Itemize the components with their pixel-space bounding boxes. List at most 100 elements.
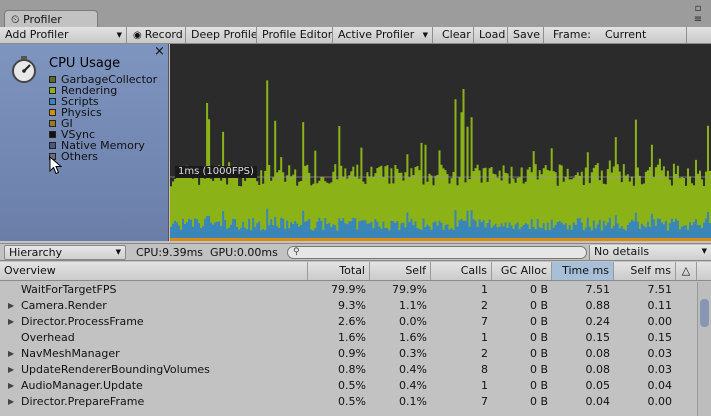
timing-readout: CPU:9.39ms GPU:0.00ms	[136, 245, 278, 261]
table-row[interactable]: ▶ Director.ProcessFrame 2.6% 0.0% 7 0 B 0.24 0.…	[0, 314, 697, 330]
cpu-usage-graph-plot	[170, 80, 711, 241]
table-row[interactable]: ▶ UpdateRendererBoundingVolumes 0.8% 0.4% 8 0…	[0, 362, 697, 378]
expand-arrow-icon[interactable]: ▶	[8, 362, 14, 378]
dropdown-arrow-icon: ▼	[116, 31, 122, 39]
load-label: Load	[479, 28, 506, 41]
cell-calls: 2	[481, 347, 488, 360]
row-name: Overhead	[21, 331, 75, 344]
column-self[interactable]: Self	[370, 262, 431, 280]
table-row[interactable]: WaitForTargetFPS 79.9% 79.9% 1 0 B 7.51 7.51	[0, 282, 697, 298]
cell-calls: 7	[481, 315, 488, 328]
cell-selfms: 0.00	[647, 315, 673, 328]
cell-selfms: 0.03	[647, 347, 673, 360]
cell-selfms: 0.11	[647, 299, 673, 312]
prev-frame-button[interactable]	[663, 27, 687, 43]
cell-calls: 1	[481, 283, 488, 296]
record-toggle[interactable]: ◉ Record	[128, 27, 186, 43]
cell-selfms: 0.03	[647, 363, 673, 376]
profiler-icon: ⏲	[11, 13, 20, 26]
details-dropdown[interactable]: No details ▼	[589, 245, 711, 260]
cell-self: 0.4%	[399, 363, 427, 376]
cell-gc: 0 B	[529, 283, 548, 296]
cell-selfms: 0.00	[647, 395, 673, 408]
clear-button[interactable]: Clear	[437, 27, 474, 43]
profiler-toolbar: Add Profiler ▼ ◉ Record Deep Profile Profi…	[0, 27, 711, 44]
add-profiler-dropdown[interactable]: Add Profiler ▼	[0, 27, 127, 43]
vertical-scrollbar[interactable]	[697, 282, 711, 416]
cell-time: 7.51	[585, 283, 611, 296]
maximize-icon[interactable]: ▫	[688, 3, 708, 14]
expand-arrow-icon[interactable]: ▶	[8, 346, 14, 362]
next-frame-button[interactable]	[687, 27, 711, 43]
cell-time: 0.24	[585, 315, 611, 328]
cell-time: 0.88	[585, 299, 611, 312]
expand-arrow-icon[interactable]: ▶	[8, 298, 14, 314]
column-gc-alloc[interactable]: GC Alloc	[492, 262, 552, 280]
row-name: Camera.Render	[21, 299, 107, 312]
close-icon[interactable]: ×	[154, 44, 165, 59]
expand-arrow-icon[interactable]: ▶	[8, 314, 14, 330]
table-row[interactable]: ▶ NavMeshManager 0.9% 0.3% 2 0 B 0.08 0.03	[0, 346, 697, 362]
load-button[interactable]: Load	[474, 27, 508, 43]
cell-total: 0.9%	[338, 347, 366, 360]
legend-item[interactable]: Physics	[49, 107, 102, 118]
column-calls[interactable]: Calls	[431, 262, 492, 280]
cell-total: 0.8%	[338, 363, 366, 376]
rendering-series	[170, 80, 711, 239]
save-label: Save	[513, 28, 541, 41]
cell-total: 0.5%	[338, 395, 366, 408]
add-profiler-label: Add Profiler	[5, 28, 69, 41]
table-row[interactable]: Overhead 1.6% 1.6% 1 0 B 0.15 0.15	[0, 330, 697, 346]
deep-profile-toggle[interactable]: Deep Profile	[186, 27, 257, 43]
cell-time: 0.15	[585, 331, 611, 344]
fps-threshold-label: 1ms (1000FPS)	[175, 166, 257, 178]
hierarchy-label: Hierarchy	[9, 246, 63, 259]
table-row[interactable]: ▶ Camera.Render 9.3% 1.1% 2 0 B 0.88 0.11	[0, 298, 697, 314]
expand-arrow-icon[interactable]: ▶	[8, 378, 14, 394]
dropdown-arrow-icon: ▼	[422, 31, 428, 39]
table-row[interactable]: ▶ AudioManager.Update 0.5% 0.4% 1 0 B 0.05 0.04	[0, 378, 697, 394]
expand-arrow-icon[interactable]: ▶	[8, 394, 14, 410]
cell-total: 0.5%	[338, 379, 366, 392]
column-warnings[interactable]: △	[676, 262, 697, 280]
active-profiler-label: Active Profiler	[338, 28, 415, 41]
cell-self: 0.4%	[399, 379, 427, 392]
cell-self: 0.0%	[399, 315, 427, 328]
column-time-ms[interactable]: Time ms	[552, 262, 614, 280]
cell-calls: 8	[481, 363, 488, 376]
frame-current[interactable]: Current	[600, 27, 660, 43]
cell-time: 0.08	[585, 347, 611, 360]
physics-series	[170, 238, 711, 241]
table-row[interactable]: ▶ Director.PrepareFrame 0.5% 0.1% 7 0 B 0.04 0.…	[0, 394, 697, 410]
tab-label: Profiler	[23, 13, 62, 26]
column-overview[interactable]: Overview	[0, 262, 308, 280]
cpu-usage-graph[interactable]: 1ms (1000FPS)	[170, 44, 711, 241]
cell-self: 0.3%	[399, 347, 427, 360]
stopwatch-icon	[12, 56, 36, 83]
column-total[interactable]: Total	[308, 262, 370, 280]
save-button[interactable]: Save	[508, 27, 544, 43]
profile-editor-toggle[interactable]: Profile Editor	[257, 27, 333, 43]
active-profiler-dropdown[interactable]: Active Profiler ▼	[333, 27, 433, 43]
clear-label: Clear	[442, 28, 471, 41]
profiler-hierarchy-table: WaitForTargetFPS 79.9% 79.9% 1 0 B 7.51 7.51 ▶ C…	[0, 282, 697, 416]
menu-icon[interactable]: ≡	[688, 14, 708, 25]
tab-profiler[interactable]: ⏲ Profiler	[4, 10, 98, 28]
dropdown-arrow-icon: ▼	[701, 247, 707, 255]
cell-total: 2.6%	[338, 315, 366, 328]
hierarchy-dropdown[interactable]: Hierarchy ▼	[4, 245, 126, 260]
search-input[interactable]: ⚲	[287, 246, 587, 259]
scrollbar-thumb[interactable]	[700, 299, 709, 327]
frame-label: Frame:	[553, 28, 591, 41]
row-name: WaitForTargetFPS	[21, 283, 117, 296]
legend-swatch	[49, 109, 56, 116]
column-self-ms[interactable]: Self ms	[614, 262, 676, 280]
legend-swatch	[49, 120, 56, 127]
legend-title: CPU Usage	[49, 56, 121, 71]
record-icon: ◉	[133, 30, 142, 41]
cell-self: 1.1%	[399, 299, 427, 312]
cpu-time: CPU:9.39ms	[136, 246, 204, 259]
legend-swatch	[49, 142, 56, 149]
cell-self: 79.9%	[392, 283, 427, 296]
cell-self: 1.6%	[399, 331, 427, 344]
